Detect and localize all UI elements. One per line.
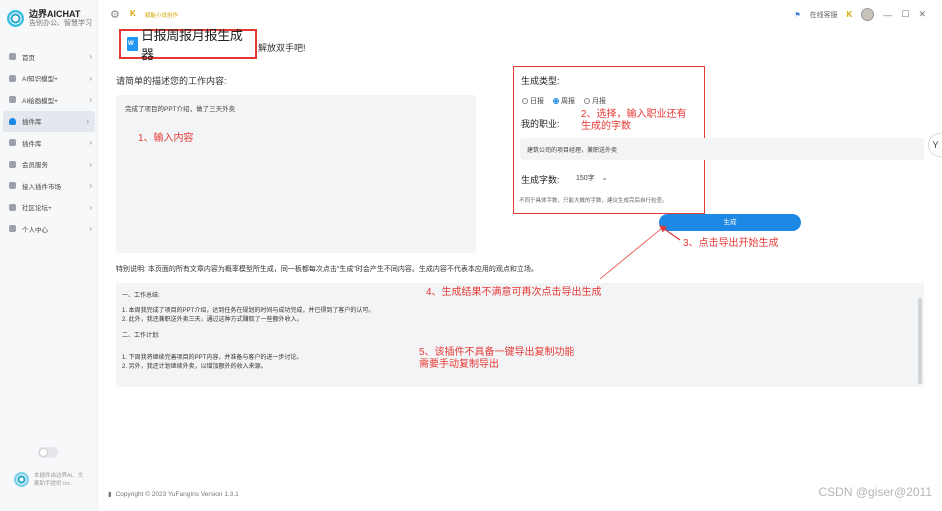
- annotation-2: 2、选择，输入职业还有 生成的字数: [581, 109, 687, 132]
- watermark: CSDN @giser@2011: [818, 485, 932, 499]
- app-tagline: 告别办公、智慧学习: [29, 20, 92, 27]
- chevron-right-icon: ›: [89, 224, 92, 234]
- document-icon: [127, 37, 138, 51]
- radio-circle-icon: [584, 98, 590, 104]
- chevron-right-icon: ›: [89, 202, 92, 212]
- report-type-radio-group: 日报 周报 月报: [522, 96, 606, 106]
- home-icon: [9, 53, 16, 61]
- store-icon: [9, 182, 16, 190]
- footer-logo-icon: [14, 472, 29, 487]
- page-subtitle: 解放双手吧!: [258, 43, 306, 53]
- user-icon: [9, 225, 16, 233]
- footer-logo-icon: ▮: [108, 491, 112, 498]
- sidebar-item-plugins-active[interactable]: 插件库 ›: [3, 110, 95, 132]
- image-icon: [9, 96, 16, 104]
- result-line: 1. 本周我完成了项目的PPT介绍，达到任务在规划的时间与成功完成，并已得到了客…: [122, 308, 375, 314]
- tool-title-highlight: 日报周报月报生成器: [119, 28, 257, 62]
- chevron-right-icon: ›: [89, 95, 92, 105]
- sidebar-item-drawing-model[interactable]: AI绘画模型+ ›: [0, 89, 98, 111]
- word-count-value: 150字: [576, 175, 595, 182]
- footer: ▮ Copyright © 2023 YuFangIns Version 1.3…: [108, 490, 239, 499]
- type-label: 生成类型:: [521, 76, 560, 86]
- radio-daily[interactable]: 日报: [522, 96, 544, 106]
- count-hint: 不同于具体字数，只能大概的字数，建议生成完后自行检查。: [519, 198, 668, 204]
- work-description-textarea[interactable]: 完成了项目的PPT介绍，做了三天外卖: [116, 95, 476, 253]
- chevron-right-icon: ›: [89, 159, 92, 169]
- brand-k-small-icon: K: [846, 10, 853, 19]
- annotation-4: 4、生成结果不满意可再次点击导出生成: [426, 287, 602, 298]
- sidebar-nav: 首页 › AI知识模型+ › AI绘画模型+ › 插件库 › 插件库 › 会员服务 › 接入…: [0, 46, 98, 240]
- window-controls: ⚑ 在线客服 K — ☐ ✕: [794, 8, 926, 21]
- chevron-right-icon: ›: [86, 116, 89, 126]
- arrow-from-result: [599, 227, 663, 280]
- copyright-text: Copyright © 2023 YuFangIns Version 1.3.1: [115, 490, 239, 498]
- gear-icon[interactable]: ⚙: [110, 8, 120, 21]
- radio-monthly[interactable]: 月报: [584, 96, 606, 106]
- word-count-select[interactable]: 150字 ⌄: [576, 173, 608, 183]
- job-label: 我的职业:: [521, 119, 560, 129]
- result-heading: 二、工作计划:: [122, 333, 160, 339]
- chevron-right-icon: ›: [89, 73, 92, 83]
- sidebar-footer: 本插件由边界AI、文案助手提供 Inc.: [14, 472, 86, 488]
- pin-icon[interactable]: ⚑: [794, 11, 800, 19]
- app-logo: 边界AICHAT 告别办公、智慧学习: [7, 9, 92, 28]
- page-title: 日报周报月报生成器: [140, 28, 243, 62]
- sidebar-item-knowledge-model[interactable]: AI知识模型+ ›: [0, 68, 98, 90]
- puzzle-icon: [9, 139, 16, 147]
- sidebar-item-membership[interactable]: 会员服务 ›: [0, 154, 98, 176]
- forum-icon: [9, 203, 16, 211]
- sidebar: 边界AICHAT 告别办公、智慧学习 首页 › AI知识模型+ › AI绘画模型+ ›…: [0, 0, 98, 511]
- generate-button[interactable]: 生成: [659, 214, 801, 231]
- count-label: 生成字数:: [521, 175, 560, 185]
- brand-k-icon: K: [130, 9, 136, 18]
- result-scrollbar[interactable]: [918, 298, 922, 384]
- annotation-3: 3、点击导出开始生成: [683, 238, 779, 249]
- chevron-right-icon: ›: [89, 181, 92, 191]
- disclaimer-text: 特别说明: 本页面的所有文章内容为概率模型所生成，同一板都每次点击"生成"时会产…: [116, 266, 538, 273]
- maximize-button[interactable]: ☐: [901, 9, 909, 20]
- sidebar-item-home[interactable]: 首页 ›: [0, 46, 98, 68]
- app-name: 边界AICHAT: [29, 9, 81, 19]
- job-input[interactable]: 建筑公司的项目经理，兼职送外卖: [520, 138, 924, 160]
- avatar[interactable]: [861, 8, 875, 21]
- sidebar-footer-text: 本插件由边界AI、文案助手提供 Inc.: [34, 473, 84, 487]
- radio-weekly[interactable]: 周报: [553, 96, 575, 106]
- sidebar-item-forum[interactable]: 社区论坛+ ›: [0, 197, 98, 219]
- chevron-down-icon: ⌄: [601, 175, 608, 182]
- radio-circle-icon: [522, 98, 528, 104]
- annotation-5: 5、该插件不具备一键导出复制功能 需要手动复制导出: [419, 347, 575, 370]
- description-label: 请简单的描述您的工作内容:: [116, 76, 227, 86]
- sidebar-item-plugin-market[interactable]: 接入插件市场 ›: [0, 175, 98, 197]
- logo-icon: [7, 10, 24, 27]
- chevron-right-icon: ›: [89, 52, 92, 62]
- sidebar-item-plugins[interactable]: 插件库 ›: [0, 132, 98, 154]
- minimize-button[interactable]: —: [883, 10, 892, 20]
- result-line: 2. 此外，我还兼职送外卖三天，通过这种方式赚取了一些额外收入。: [122, 317, 303, 323]
- brand-text[interactable]: 赋能小说创作: [145, 11, 178, 19]
- customer-service-link[interactable]: 在线客服: [810, 10, 838, 20]
- theme-toggle[interactable]: [38, 447, 58, 458]
- model-icon: [9, 74, 16, 82]
- close-button[interactable]: ✕: [918, 9, 926, 20]
- radio-checked-icon: [553, 98, 559, 104]
- sidebar-item-profile[interactable]: 个人中心 ›: [0, 218, 98, 240]
- annotation-1: 1、输入内容: [138, 133, 194, 144]
- crown-icon: [9, 160, 16, 168]
- chevron-right-icon: ›: [89, 138, 92, 148]
- floating-assistant-icon[interactable]: Y: [928, 133, 942, 157]
- plugin-icon: [9, 117, 16, 125]
